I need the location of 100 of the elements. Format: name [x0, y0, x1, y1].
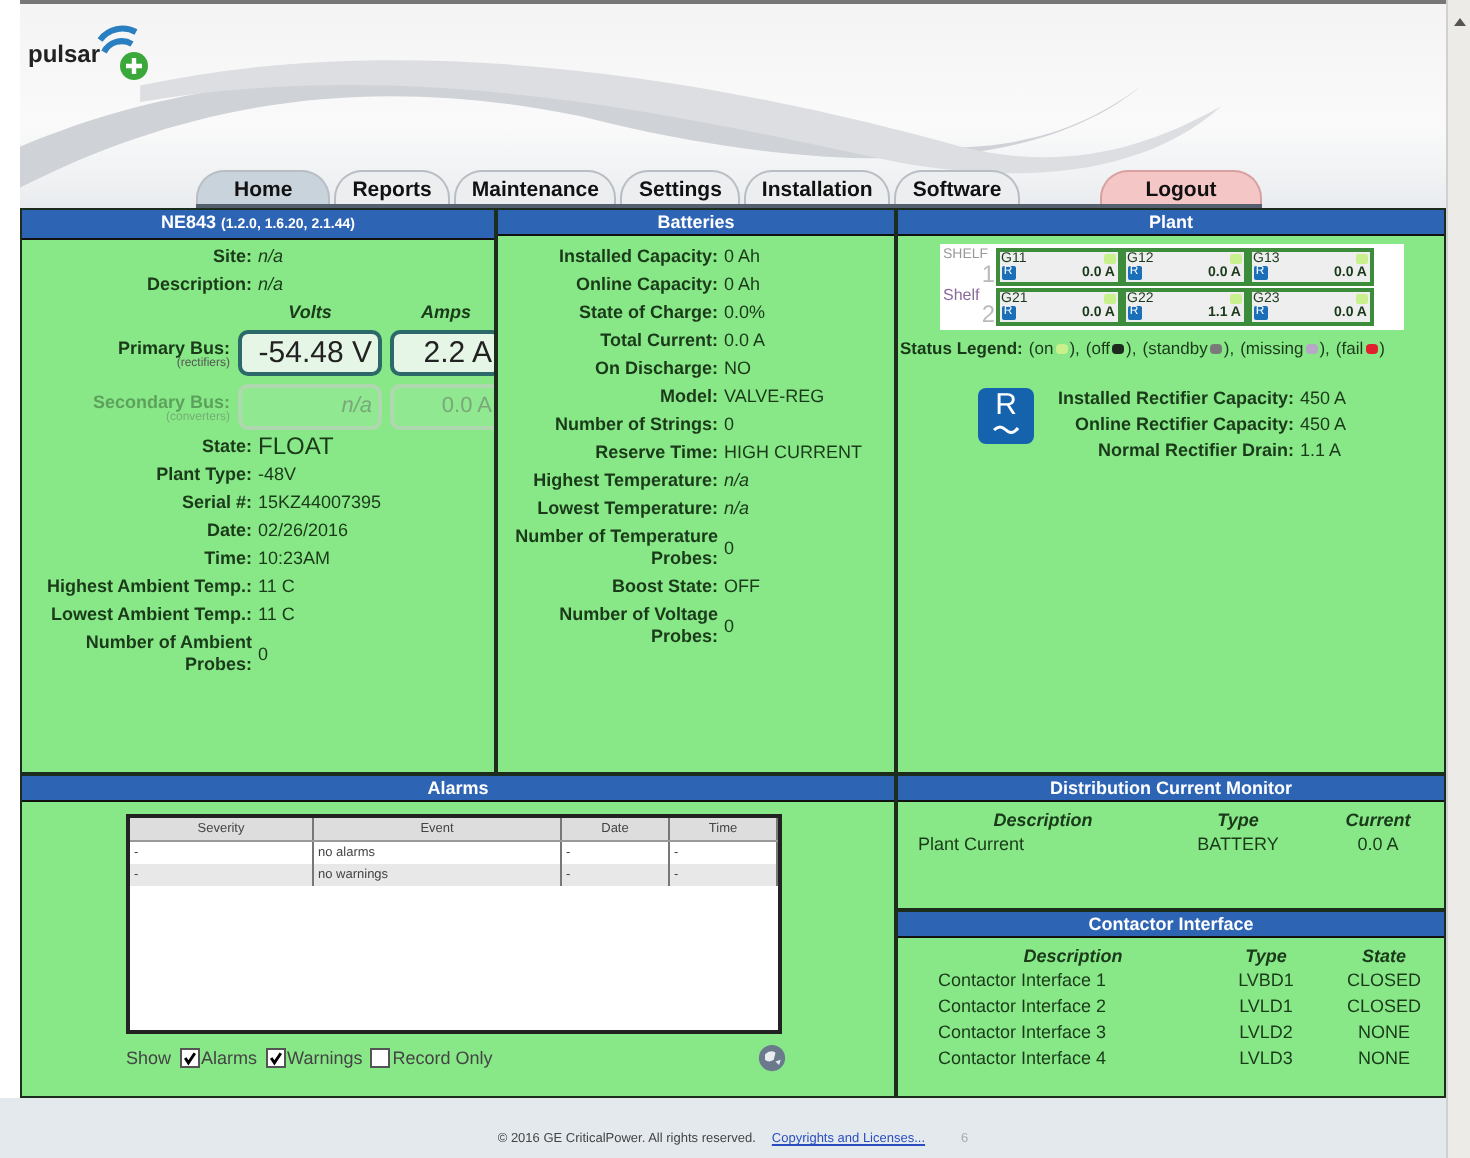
legend-text: ), [1126, 338, 1137, 358]
voltage-readout: n/a [238, 384, 382, 430]
field-label: Highest Ambient Temp.: [44, 576, 252, 598]
field-value: n/a [724, 470, 752, 492]
checkbox[interactable] [370, 1048, 391, 1068]
field-value: 0 Ah [724, 274, 763, 296]
field-label: Plant Type: [154, 464, 252, 486]
column-header: Description [991, 808, 1095, 832]
field-value: 0 [724, 615, 737, 637]
table-cell-text: LVLD1 [1237, 994, 1295, 1020]
field-value: HIGH CURRENT [724, 442, 864, 464]
field-label: Online Capacity: [573, 274, 718, 296]
field-label: Reserve Time: [593, 442, 718, 464]
table-cell-text: CLOSED [1344, 968, 1423, 994]
column-header: Type [1215, 808, 1261, 832]
field-value: 0.0 A [724, 330, 768, 352]
table-cell-text: Contactor Interface 4 [938, 1046, 1109, 1072]
field-value: NO [724, 358, 753, 380]
field-label: Normal Rectifier Drain: [1095, 440, 1294, 462]
rectifier-icon: R [978, 388, 1034, 444]
field-label: Boost State: [609, 576, 718, 598]
field-value: 0.0% [724, 302, 768, 324]
table-cell-text: NONE [1355, 1046, 1412, 1072]
field-label: Time: [202, 548, 252, 570]
field-value: 0 [258, 643, 271, 665]
field-label: Installed Capacity: [556, 246, 718, 268]
nav-tab[interactable]: Home [196, 170, 331, 204]
checkbox-label: Alarms [201, 1048, 258, 1068]
field-label: Number of Voltage Probes: [557, 604, 718, 648]
column-header: Current [1343, 808, 1413, 832]
field-value: n/a [258, 274, 286, 296]
field-label: Number of Temperature Probes: [513, 526, 718, 570]
panel-title: Batteries [498, 210, 894, 236]
panel-title: Alarms [22, 776, 894, 802]
field-label: Total Current: [598, 330, 718, 352]
legend-text: (off [1085, 338, 1111, 358]
table-cell-text: BATTERY [1195, 832, 1281, 858]
nav-tab[interactable]: Settings [620, 170, 740, 204]
checkbox-label: Record Only [392, 1048, 493, 1068]
column-header: Description [1021, 944, 1125, 968]
table-cell-text: LVLD3 [1237, 1046, 1295, 1072]
globe-icon[interactable] [758, 1044, 786, 1072]
table-cell-text: LVLD2 [1237, 1020, 1295, 1046]
legend-label: Status Legend: [900, 338, 1023, 358]
field-label: Description: [144, 274, 252, 296]
table-cell-text: Contactor Interface 3 [938, 1020, 1109, 1046]
nav-tab[interactable]: Installation [743, 170, 891, 204]
panel-title: Plant [898, 210, 1444, 236]
field-value: 15KZ44007395 [258, 492, 384, 514]
nav-tab[interactable]: Reports [334, 170, 450, 204]
shelf-number: 2 [980, 304, 995, 326]
field-value: 0 [724, 414, 737, 436]
legend-text: (standby [1142, 338, 1208, 358]
legend-text: ), [1069, 338, 1080, 358]
column-header: Volts [286, 302, 334, 322]
field-label: Model: [658, 386, 718, 408]
field-label: On Discharge: [592, 358, 718, 380]
field-label: Number of Ambient Probes: [83, 632, 252, 676]
field-value: -48V [258, 464, 299, 486]
legend-text: ), [1319, 338, 1330, 358]
panel-title: Contactor Interface [898, 912, 1444, 938]
table-cell-text: CLOSED [1344, 994, 1423, 1020]
checkbox[interactable] [179, 1048, 200, 1068]
nav-tab[interactable]: Maintenance [453, 170, 617, 204]
bus-label: Secondary Bus: [92, 391, 230, 411]
field-value: FLOAT [258, 436, 336, 458]
legend-text: (on [1028, 338, 1054, 358]
shelf-label: Shelf [943, 288, 982, 304]
current-readout: 0.0 A [390, 384, 494, 430]
field-value: n/a [724, 498, 752, 520]
show-label: Show [126, 1048, 172, 1068]
voltage-readout: -54.48 V [238, 330, 382, 376]
table-cell-text: Plant Current [918, 832, 1027, 858]
legend-text: ) [1379, 338, 1385, 358]
field-value: n/a [258, 246, 286, 268]
table-cell-text: 0.0 A [1355, 832, 1401, 858]
column-header: Type [1243, 944, 1289, 968]
field-label: State: [199, 436, 252, 458]
column-header: State [1359, 944, 1408, 968]
field-value: 11 C [258, 604, 297, 626]
legend-text: (missing [1240, 338, 1304, 358]
legend-text: ), [1223, 338, 1235, 358]
field-value: 450 A [1300, 414, 1349, 436]
table-cell-text: Contactor Interface 2 [938, 994, 1109, 1020]
current-readout: 2.2 A [390, 330, 494, 376]
panel-title: Distribution Current Monitor [898, 776, 1444, 802]
column-header: Amps [418, 302, 473, 322]
field-value: 450 A [1300, 388, 1349, 410]
field-label: Online Rectifier Capacity: [1072, 414, 1294, 436]
field-value: VALVE-REG [724, 386, 827, 408]
nav-tab[interactable]: Logout [1099, 170, 1263, 204]
shelf-number: 1 [980, 264, 995, 286]
field-label: Lowest Ambient Temp.: [48, 604, 252, 626]
scrollbar[interactable] [1446, 0, 1470, 1158]
field-value: 1.1 A [1300, 440, 1344, 462]
checkbox[interactable] [265, 1048, 286, 1068]
checkbox-label: Warnings [287, 1048, 363, 1068]
field-value: OFF [724, 576, 762, 598]
nav-tab[interactable]: Software [894, 170, 1020, 204]
field-label: Site: [210, 246, 252, 268]
